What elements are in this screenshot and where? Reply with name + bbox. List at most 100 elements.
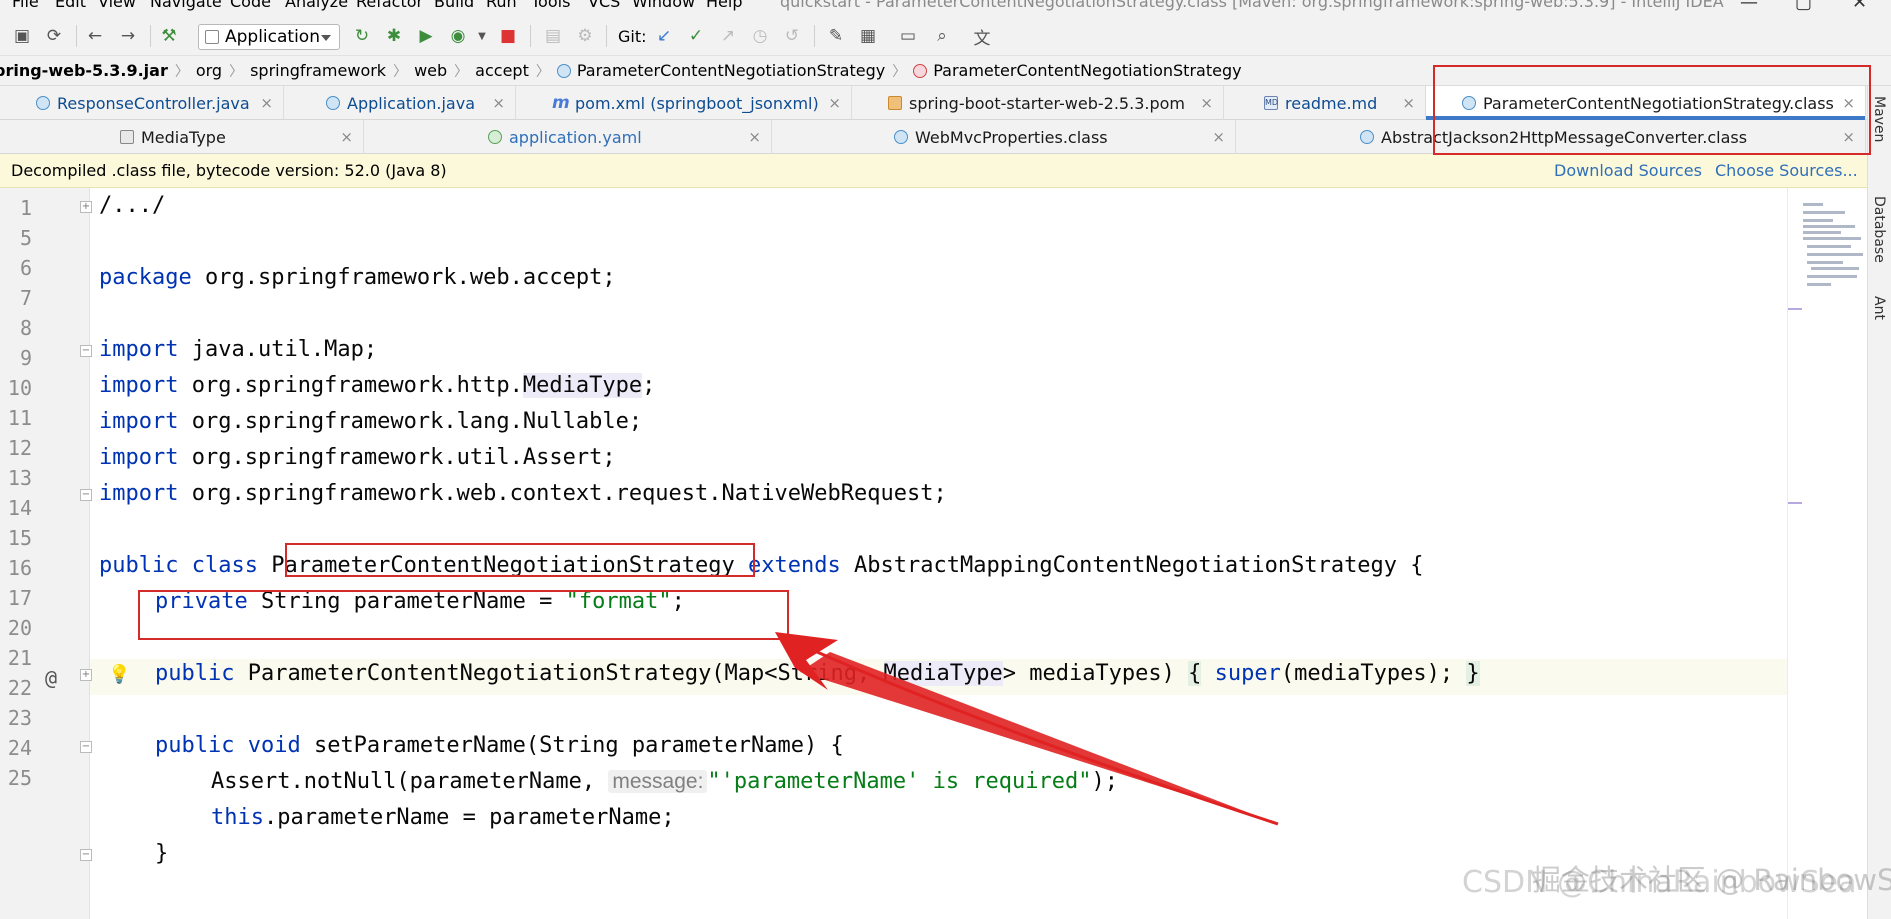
ant-tool-button[interactable]: Ant bbox=[1871, 296, 1887, 320]
close-icon[interactable]: × bbox=[260, 94, 273, 112]
download-sources-link[interactable]: Download Sources bbox=[1554, 161, 1702, 180]
fold-toggle-icon[interactable]: − bbox=[80, 489, 92, 501]
profile-dropdown-icon[interactable]: ▼ bbox=[472, 26, 492, 46]
code-line-6: package org.springframework.web.accept; bbox=[99, 265, 616, 290]
tab-application-java[interactable]: Application.java × bbox=[284, 86, 516, 120]
fold-toggle-icon[interactable]: + bbox=[80, 669, 92, 681]
search-icon[interactable]: ⌕ bbox=[932, 26, 952, 46]
close-icon[interactable]: × bbox=[1200, 94, 1213, 112]
fold-toggle-icon[interactable]: − bbox=[80, 741, 92, 753]
profile-icon[interactable]: ◉ bbox=[448, 26, 468, 46]
override-marker-icon[interactable]: @ bbox=[45, 666, 57, 690]
build-hammer-icon[interactable]: ⚒ bbox=[159, 26, 179, 46]
breadcrumb-springframework[interactable]: springframework bbox=[250, 61, 386, 80]
sync-icon[interactable]: ⟳ bbox=[44, 26, 64, 46]
code-line-8: import java.util.Map; bbox=[99, 337, 378, 362]
tab-pom-xml[interactable]: m pom.xml (springboot_jsonxml) × bbox=[516, 86, 852, 120]
application-config-icon bbox=[205, 30, 219, 44]
tab-application-yaml[interactable]: application.yaml × bbox=[364, 120, 772, 154]
lightbulb-icon[interactable]: 💡 bbox=[108, 664, 130, 685]
database-tool-button[interactable]: Database bbox=[1871, 196, 1887, 263]
class-icon bbox=[556, 63, 571, 78]
close-icon[interactable]: × bbox=[828, 94, 841, 112]
code-line-11: import org.springframework.util.Assert; bbox=[99, 445, 616, 470]
attach-icon[interactable]: ▤ bbox=[543, 26, 563, 46]
save-icon[interactable]: ▣ bbox=[12, 26, 32, 46]
menu-analyze[interactable]: Analyze bbox=[285, 0, 348, 11]
menu-code[interactable]: Code bbox=[230, 0, 271, 11]
stop-icon[interactable]: ■ bbox=[498, 26, 518, 46]
line-number: 23 bbox=[7, 706, 32, 730]
maximize-icon[interactable]: ▢ bbox=[1795, 0, 1812, 13]
menu-navigate[interactable]: Navigate bbox=[150, 0, 222, 11]
close-icon[interactable]: × bbox=[748, 128, 761, 146]
annotation-box-class-name bbox=[285, 543, 755, 577]
wrench-icon[interactable]: ✎ bbox=[826, 26, 846, 46]
close-icon[interactable]: × bbox=[492, 94, 505, 112]
menu-build[interactable]: Build bbox=[434, 0, 474, 11]
menu-help[interactable]: Help bbox=[706, 0, 742, 11]
settings-disabled-icon[interactable]: ⚙ bbox=[575, 26, 595, 46]
menu-refactor[interactable]: Refactor bbox=[356, 0, 423, 11]
menu-tools[interactable]: Tools bbox=[531, 0, 570, 11]
maven-icon: m bbox=[552, 93, 570, 113]
editor-gutter: 1 5 6 7 8 9 10 11 12 13 14 15 16 17 20 2… bbox=[0, 188, 90, 919]
menu-bar: File Edit View Navigate Code Analyze Ref… bbox=[0, 0, 1891, 16]
fold-toggle-icon[interactable]: − bbox=[80, 345, 92, 357]
close-icon[interactable]: × bbox=[340, 128, 353, 146]
breadcrumb-class[interactable]: ParameterContentNegotiationStrategy bbox=[556, 61, 885, 80]
breadcrumb-method[interactable]: ParameterContentNegotiationStrategy bbox=[913, 61, 1242, 80]
tab-media-type[interactable]: MediaType × bbox=[0, 120, 364, 154]
right-tool-strip: Maven Database Ant bbox=[1867, 86, 1891, 919]
code-minimap[interactable] bbox=[1803, 203, 1867, 293]
line-number: 11 bbox=[7, 406, 32, 430]
decompiled-notice-bar: Decompiled .class file, bytecode version… bbox=[0, 154, 1891, 188]
debug-bug-icon[interactable]: ✱ bbox=[384, 26, 404, 46]
git-rollback-icon[interactable]: ↺ bbox=[782, 26, 802, 46]
menu-edit[interactable]: Edit bbox=[55, 0, 86, 11]
tab-starter-web-pom[interactable]: spring-boot-starter-web-2.5.3.pom × bbox=[852, 86, 1224, 120]
menu-run[interactable]: Run bbox=[486, 0, 517, 11]
breadcrumb-jar[interactable]: pring-web-5.3.9.jar bbox=[0, 61, 168, 80]
back-icon[interactable]: ← bbox=[85, 26, 105, 46]
menu-vcs[interactable]: VCS bbox=[588, 0, 620, 11]
menu-view[interactable]: View bbox=[98, 0, 136, 11]
git-history-icon[interactable]: ◷ bbox=[750, 26, 770, 46]
maven-tool-button[interactable]: Maven bbox=[1871, 96, 1887, 142]
rerun-icon[interactable]: ↻ bbox=[352, 26, 372, 46]
tab-readme[interactable]: MD readme.md × bbox=[1224, 86, 1426, 120]
line-number: 24 bbox=[7, 736, 32, 760]
forward-icon[interactable]: → bbox=[118, 26, 138, 46]
close-icon[interactable]: × bbox=[1212, 128, 1225, 146]
menu-window[interactable]: Window bbox=[632, 0, 695, 11]
line-number: 9 bbox=[19, 346, 32, 370]
terminal-icon[interactable]: ▭ bbox=[898, 26, 918, 46]
main-toolbar: ▣ ⟳ ← → ⚒ Application ↻ ✱ ▶ ◉ ▼ ■ ▤ ⚙ Gi… bbox=[0, 16, 1891, 56]
line-number: 14 bbox=[7, 496, 32, 520]
git-push-icon[interactable]: ↗ bbox=[718, 26, 738, 46]
line-number: 16 bbox=[7, 556, 32, 580]
menu-file[interactable]: File bbox=[12, 0, 39, 11]
fold-toggle-icon[interactable]: − bbox=[80, 849, 92, 861]
tab-response-controller[interactable]: ResponseController.java × bbox=[0, 86, 284, 120]
line-number: 7 bbox=[19, 286, 32, 310]
project-structure-icon[interactable]: ▦ bbox=[858, 26, 878, 46]
git-commit-icon[interactable]: ✓ bbox=[686, 26, 706, 46]
chevron-down-icon bbox=[321, 35, 331, 41]
markdown-icon: MD bbox=[1264, 96, 1278, 110]
breadcrumb-web[interactable]: web bbox=[414, 61, 447, 80]
editor-scrollbar[interactable] bbox=[1787, 188, 1802, 919]
run-coverage-icon[interactable]: ▶ bbox=[416, 26, 436, 46]
close-icon[interactable]: × bbox=[1402, 94, 1415, 112]
close-window-icon[interactable]: ✕ bbox=[1852, 0, 1867, 13]
breadcrumb-org[interactable]: org bbox=[196, 61, 222, 80]
fold-toggle-icon[interactable]: + bbox=[80, 201, 92, 213]
minimize-icon[interactable]: — bbox=[1740, 0, 1758, 13]
git-update-icon[interactable]: ↙ bbox=[654, 26, 674, 46]
choose-sources-link[interactable]: Choose Sources... bbox=[1715, 161, 1858, 180]
tab-webmvc-properties[interactable]: WebMvcProperties.class × bbox=[772, 120, 1236, 154]
breadcrumb-accept[interactable]: accept bbox=[475, 61, 529, 80]
run-config-selector[interactable]: Application bbox=[198, 24, 340, 50]
translate-icon[interactable]: 文 bbox=[972, 26, 992, 49]
line-number: 13 bbox=[7, 466, 32, 490]
